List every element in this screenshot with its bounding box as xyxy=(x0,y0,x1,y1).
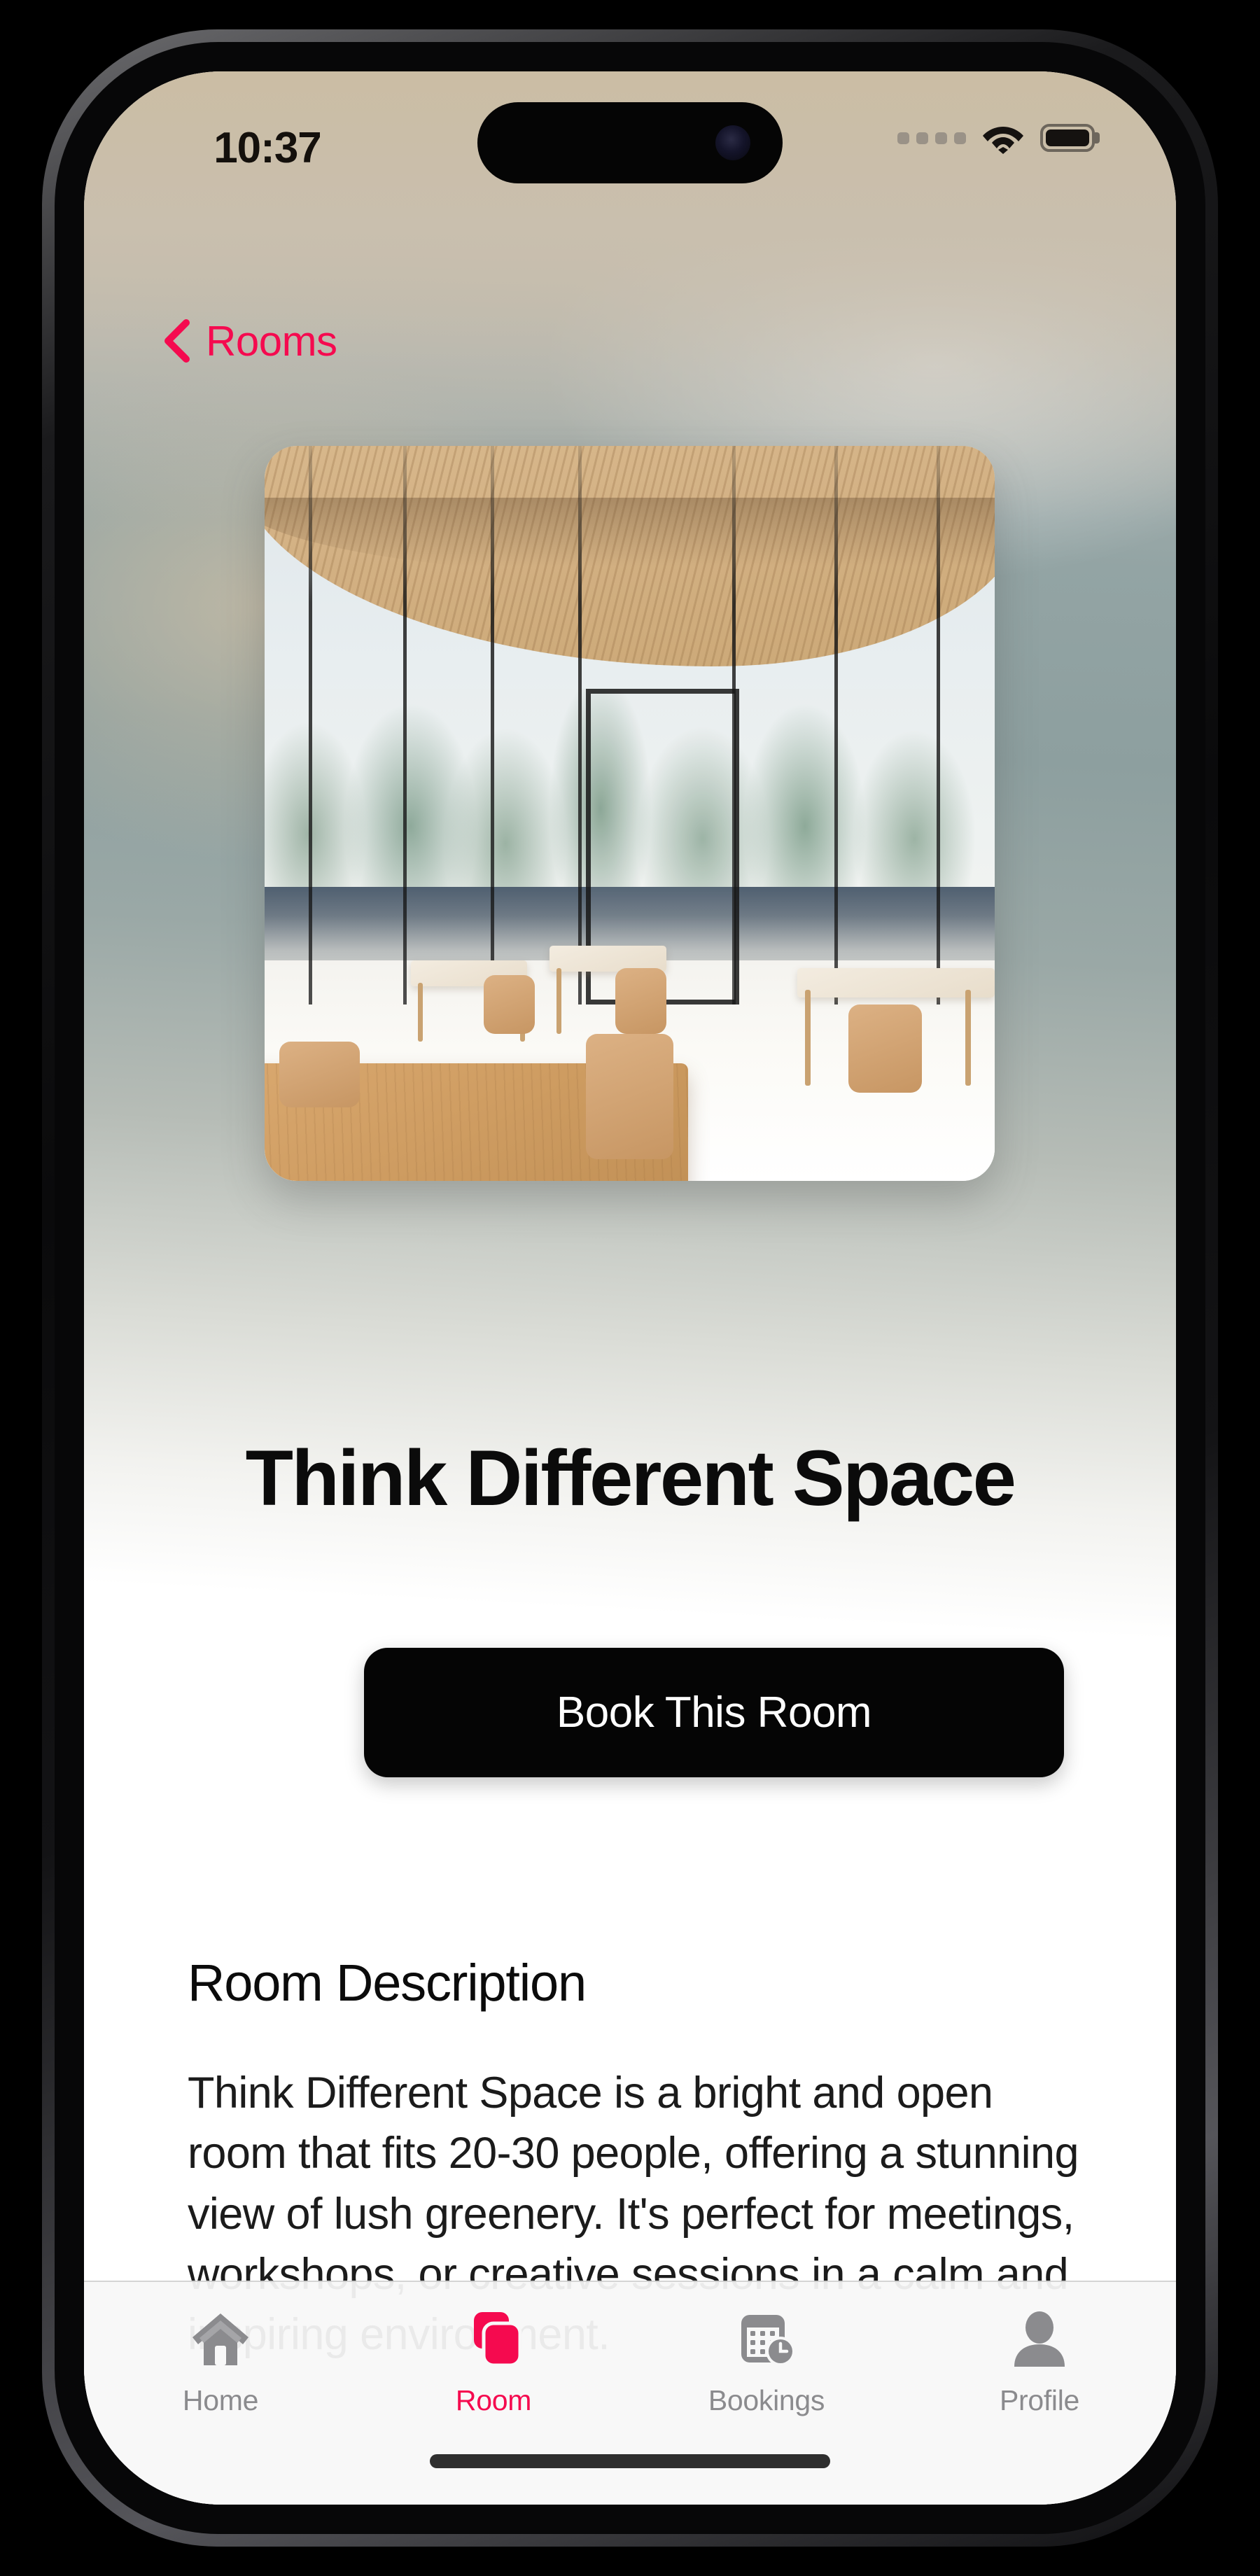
home-indicator[interactable] xyxy=(430,2454,830,2468)
phone-screen: Think Different Space Book This Room Roo… xyxy=(84,71,1176,2505)
book-button-label: Book This Room xyxy=(556,1688,872,1737)
tab-item-bookings[interactable]: Bookings xyxy=(630,2282,903,2432)
table-leg xyxy=(804,990,811,1086)
battery-cap xyxy=(1095,132,1100,144)
device-frame: Think Different Space Book This Room Roo… xyxy=(42,29,1218,2547)
status-bar-indicators xyxy=(897,122,1100,154)
glass-mullion xyxy=(403,446,407,1004)
foreground-chair xyxy=(279,1041,360,1107)
cafe-chair xyxy=(483,975,535,1034)
room-description-heading: Room Description xyxy=(188,1954,587,2012)
glass-mullion xyxy=(936,446,940,1004)
tab-item-room[interactable]: Room xyxy=(357,2282,630,2432)
tab-label: Bookings xyxy=(708,2384,825,2416)
cafe-chair xyxy=(848,1004,922,1093)
calendar-clock-icon xyxy=(734,2307,799,2373)
status-bar-clock: 10:37 xyxy=(214,124,322,172)
tab-label: Profile xyxy=(999,2384,1080,2416)
glass-mullion xyxy=(308,446,312,1004)
back-button-label: Rooms xyxy=(206,317,337,365)
wifi-icon xyxy=(981,122,1025,154)
glass-mullion xyxy=(578,446,582,1004)
table-leg xyxy=(556,967,562,1034)
chevron-left-icon xyxy=(162,319,190,363)
foreground-chair xyxy=(585,1034,674,1159)
dynamic-island xyxy=(477,102,783,183)
table-leg xyxy=(418,982,424,1042)
glass-mullion xyxy=(834,446,838,1004)
content-scroll-area[interactable]: Think Different Space Book This Room Roo… xyxy=(84,71,1176,2505)
tab-bar: Home Room Bookings Profile xyxy=(84,2281,1176,2505)
stacked-squares-icon xyxy=(461,2307,526,2373)
battery-level xyxy=(1046,130,1089,146)
house-icon xyxy=(188,2307,253,2373)
tab-item-home[interactable]: Home xyxy=(84,2282,357,2432)
person-icon xyxy=(1007,2307,1072,2373)
status-bar: 10:37 xyxy=(84,71,1176,218)
glass-mullion xyxy=(491,446,495,1004)
room-photo xyxy=(265,446,995,1181)
book-this-room-button[interactable]: Book This Room xyxy=(364,1648,1064,1777)
navigation-bar: Rooms xyxy=(84,302,1176,379)
table-leg xyxy=(965,990,972,1086)
tab-label: Home xyxy=(182,2384,259,2416)
cafe-chair xyxy=(615,967,666,1034)
tab-label: Room xyxy=(455,2384,532,2416)
device-bezel: Think Different Space Book This Room Roo… xyxy=(55,42,1205,2534)
battery-icon xyxy=(1040,124,1100,152)
cellular-dots-icon xyxy=(897,132,966,144)
page-title: Think Different Space xyxy=(245,1434,1016,1522)
front-camera-icon xyxy=(715,125,750,160)
back-button[interactable]: Rooms xyxy=(162,317,337,365)
tab-item-profile[interactable]: Profile xyxy=(903,2282,1176,2432)
